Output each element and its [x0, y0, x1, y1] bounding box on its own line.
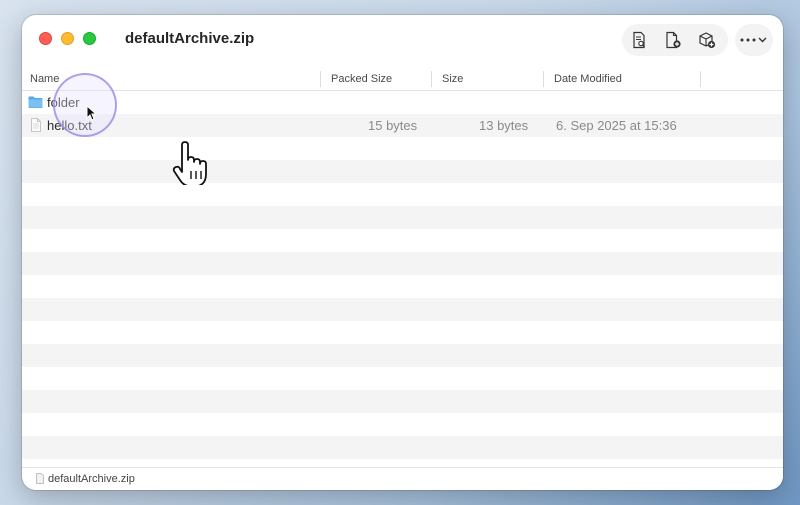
row-stripe [22, 252, 783, 275]
row-stripe [22, 206, 783, 229]
click-indicator [53, 73, 117, 137]
row-stripe [22, 160, 783, 183]
preview-document-icon [633, 31, 645, 49]
add-archive-icon [699, 32, 716, 49]
file-size: 13 bytes [479, 118, 529, 133]
status-path: defaultArchive.zip [48, 473, 135, 485]
window-title: defaultArchive.zip [125, 30, 255, 47]
table-row-file[interactable]: hello.txt 15 bytes 13 bytes 6. Sep 2025 … [22, 114, 783, 137]
table-row-folder[interactable]: folder [22, 91, 783, 114]
archive-file-icon [36, 473, 44, 484]
file-packed-size: 15 bytes [368, 118, 418, 133]
column-header-name[interactable]: Name [30, 67, 59, 91]
arrow-cursor-icon [86, 105, 97, 121]
row-stripe [22, 390, 783, 413]
archive-window: defaultArchive.zip Name Packed Size Size… [22, 15, 783, 490]
column-divider[interactable] [431, 71, 432, 87]
status-bar: defaultArchive.zip [22, 467, 783, 490]
preview-button[interactable] [622, 24, 656, 56]
column-header-size[interactable]: Size [442, 67, 463, 91]
row-stripe [22, 344, 783, 367]
column-divider[interactable] [700, 71, 701, 87]
column-divider[interactable] [543, 71, 544, 87]
more-menu-button[interactable] [735, 24, 773, 56]
add-archive-button[interactable] [690, 24, 724, 56]
minimize-window-button[interactable] [61, 32, 74, 45]
toolbar-actions-group [622, 24, 728, 56]
chevron-down-icon [758, 37, 767, 43]
maximize-window-button[interactable] [83, 32, 96, 45]
file-date-modified: 6. Sep 2025 at 15:36 [556, 118, 677, 133]
row-stripe [22, 298, 783, 321]
column-header: Name Packed Size Size Date Modified [22, 67, 783, 91]
folder-icon [28, 96, 43, 108]
add-file-icon [666, 31, 681, 49]
row-stripe [22, 436, 783, 459]
text-file-icon [31, 118, 41, 132]
column-header-date-modified[interactable]: Date Modified [554, 67, 622, 91]
close-window-button[interactable] [39, 32, 52, 45]
ellipsis-icon [740, 38, 756, 42]
add-file-button[interactable] [656, 24, 690, 56]
file-list: folder hello.txt 15 bytes 13 bytes 6. Se… [22, 91, 783, 467]
column-divider[interactable] [320, 71, 321, 87]
column-header-packed-size[interactable]: Packed Size [331, 67, 392, 91]
hand-pointer-icon [172, 141, 207, 185]
title-bar[interactable]: defaultArchive.zip [22, 15, 783, 67]
